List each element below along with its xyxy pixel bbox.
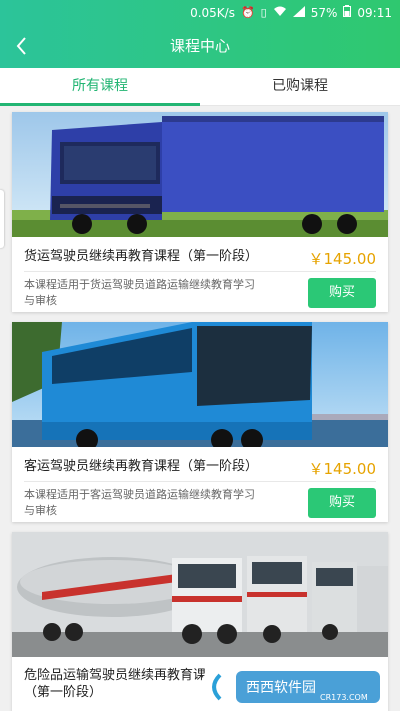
buy-button[interactable]: 购买 bbox=[308, 278, 376, 308]
course-description: 本课程适用于客运驾驶员道路运输继续教育学习与审核 bbox=[24, 488, 255, 517]
page-title: 课程中心 bbox=[169, 37, 230, 55]
course-price: ￥145.00 bbox=[308, 250, 377, 268]
course-description: 本课程适用于货运驾驶员道路运输继续教育学习与审核 bbox=[24, 278, 255, 307]
course-title: 客运驾驶员继续再教育课程（第一阶段） bbox=[24, 459, 259, 474]
course-title: 货运驾驶员继续再教育课程（第一阶段） bbox=[24, 249, 259, 264]
alarm-icon: ⏰ bbox=[240, 6, 255, 19]
tab-all-courses[interactable]: 所有课程 bbox=[0, 68, 200, 106]
vibrate-icon: ▯ bbox=[260, 6, 267, 19]
tab-purchased-courses[interactable]: 已购课程 bbox=[200, 68, 400, 105]
nav-bar: 课程中心 bbox=[0, 25, 400, 68]
course-card[interactable]: 货运驾驶员继续再教育课程（第一阶段） ￥145.00 本课程适用于货运驾驶员道路… bbox=[12, 112, 388, 312]
battery-text: 57% bbox=[310, 5, 338, 20]
course-image-cargo-truck bbox=[12, 112, 388, 237]
course-card[interactable]: 客运驾驶员继续再教育课程（第一阶段） ￥145.00 本课程适用于客运驾驶员道路… bbox=[12, 322, 388, 522]
clock: 09:11 bbox=[357, 5, 392, 20]
watermark-logo: 西西软件园 CR173.COM bbox=[200, 667, 380, 707]
divider bbox=[24, 271, 376, 272]
watermark-url: CR173.COM bbox=[320, 693, 368, 702]
course-image-coach-bus bbox=[12, 322, 388, 447]
side-drawer-handle[interactable] bbox=[0, 190, 4, 248]
tab-bar: 所有课程 已购课程 bbox=[0, 68, 400, 106]
course-title-line2: （第一阶段） bbox=[24, 685, 103, 700]
course-image-tanker-trucks bbox=[12, 532, 388, 657]
divider bbox=[24, 481, 376, 482]
wifi-icon bbox=[273, 6, 287, 20]
watermark-brand: 西西软件园 bbox=[246, 680, 316, 696]
course-price: ￥145.00 bbox=[308, 460, 377, 478]
buy-button[interactable]: 购买 bbox=[308, 488, 376, 518]
course-title-line1: 危险品运输驾驶员继续再教育课 bbox=[24, 668, 207, 683]
signal-icon bbox=[292, 5, 305, 20]
status-bar: 0.05K/s ⏰ ▯ 57% 09:11 bbox=[0, 0, 400, 25]
course-title: 危险品运输驾驶员继续再教育课 （第一阶段） bbox=[24, 667, 206, 701]
battery-icon bbox=[343, 5, 352, 20]
net-speed: 0.05K/s bbox=[190, 5, 235, 20]
